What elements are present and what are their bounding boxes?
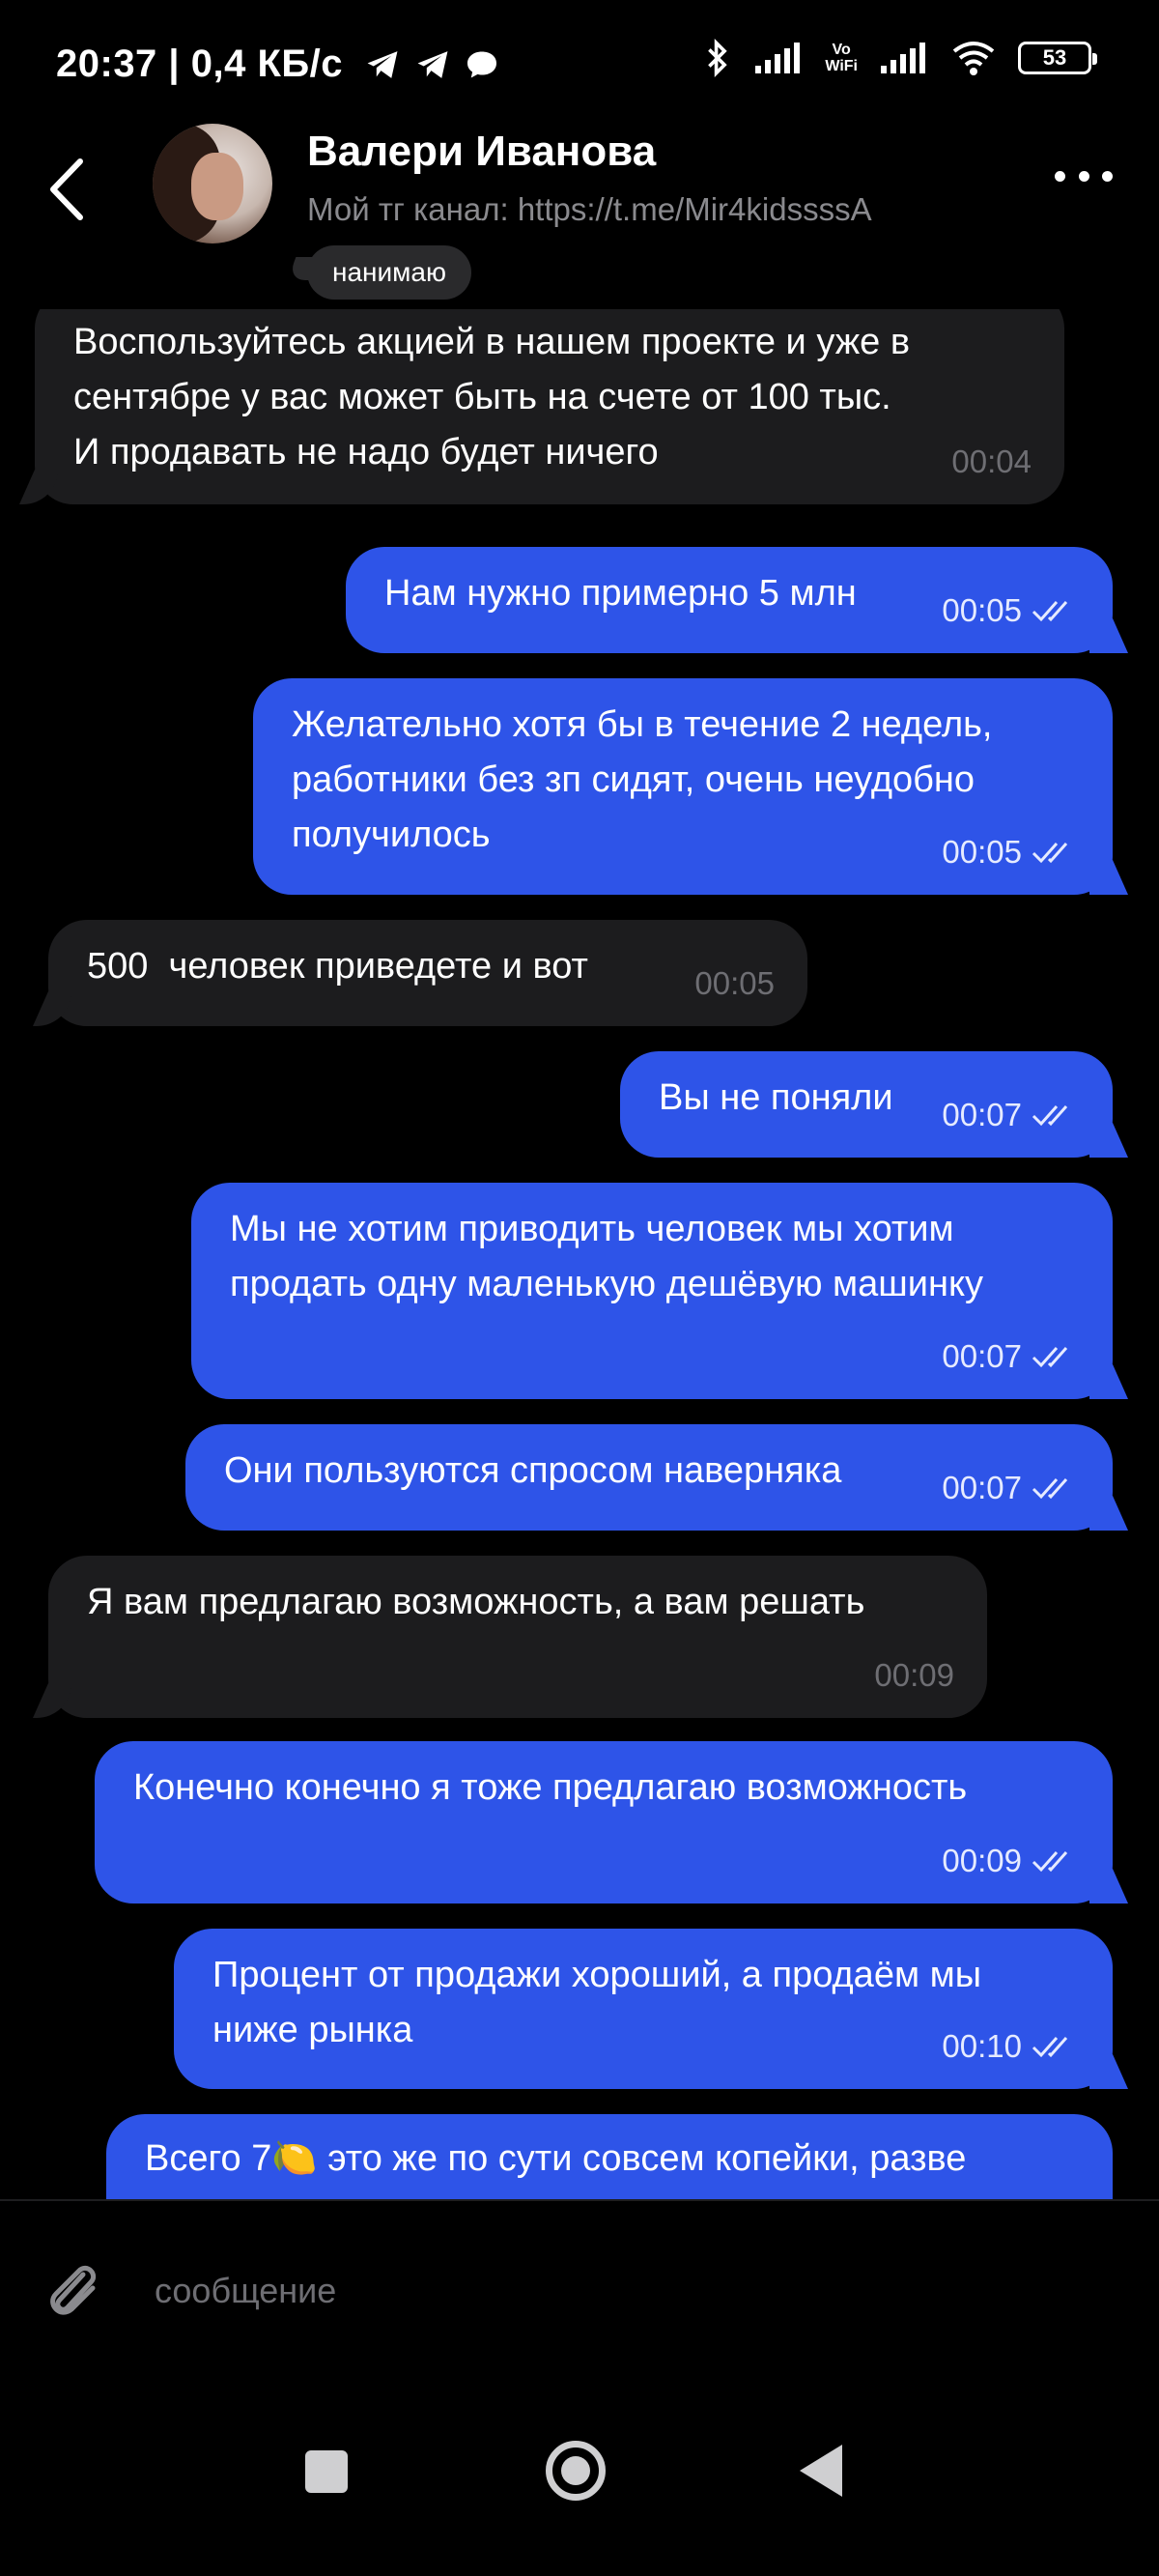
status-right: Vo WiFi 53 (703, 39, 1097, 77)
double-check-icon (1032, 1850, 1068, 1872)
message-time: 00:10 (942, 2028, 1022, 2064)
system-nav-bar (0, 2373, 1159, 2576)
wifi-icon (952, 42, 995, 75)
chat-header: Валери Иванова Мой тг канал: https://t.m… (0, 116, 1159, 309)
status-chip: нанимаю (307, 245, 471, 300)
message-time: 00:07 (942, 1470, 1022, 1505)
battery-indicator: 53 (1018, 42, 1097, 74)
more-options-button[interactable] (1055, 155, 1113, 197)
system-back-button[interactable] (800, 2445, 842, 2497)
chevron-left-icon (50, 158, 83, 220)
message-text: 500 человек приведете и вот (87, 946, 588, 987)
chat-bubble-icon (466, 51, 496, 77)
message-time: 00:04 (951, 444, 1032, 479)
home-button[interactable] (546, 2441, 606, 2501)
message-bubble-outgoing[interactable]: Желательно хотя бы в течение 2 недель, р… (253, 678, 1113, 895)
status-bar: 20:37 | 0,4 КБ/с Vo WiFi 53 (0, 0, 1159, 126)
message-text: Конечно конечно я тоже предлагаю возможн… (133, 1767, 968, 1808)
message-text: Я вам предлагаю возможность, а вам решат… (87, 1582, 865, 1622)
message-text: Воспользуйтесь акцией в нашем проекте и … (73, 322, 911, 472)
message-bubble-outgoing[interactable]: Всего 7🍋 это же по сути совсем копейки, … (106, 2114, 1113, 2199)
message-input[interactable] (155, 2257, 1024, 2325)
message-bubble-outgoing[interactable]: Процент от продажи хороший, а продаём мы… (174, 1929, 1113, 2089)
message-time: 00:09 (874, 1657, 954, 1693)
contact-name[interactable]: Валери Иванова (307, 128, 656, 176)
message-bubble-outgoing[interactable]: Мы не хотим приводить человек мы хотим п… (191, 1183, 1113, 1399)
double-check-icon (1032, 2036, 1068, 2057)
message-bubble-incoming[interactable]: 500 человек приведете и вот 00:05 (48, 920, 807, 1026)
status-app-icons (364, 48, 499, 81)
more-dots-icon (1055, 170, 1065, 182)
message-list[interactable]: Воспользуйтесь акцией в нашем проекте и … (0, 309, 1159, 2199)
recents-button[interactable] (305, 2450, 348, 2493)
message-bubble-outgoing[interactable]: Нам нужно примерно 5 млн 00:05 (346, 547, 1113, 653)
message-input-bar (0, 2199, 1159, 2373)
message-time: 00:05 (942, 592, 1022, 628)
signal-icon (755, 43, 801, 73)
avatar[interactable] (153, 124, 272, 243)
contact-subtitle: Мой тг канал: https://t.me/Mir4kidssssA (307, 191, 872, 227)
double-check-icon (1032, 600, 1068, 621)
double-check-icon (1032, 1104, 1068, 1126)
status-time-speed: 20:37 | 0,4 КБ/с (56, 43, 343, 85)
bluetooth-icon (708, 39, 728, 77)
signal-icon (881, 43, 925, 73)
message-bubble-incoming[interactable]: Я вам предлагаю возможность, а вам решат… (48, 1556, 987, 1718)
vowifi-indicator: Vo WiFi (825, 42, 858, 74)
message-bubble-outgoing[interactable]: Они пользуются спросом наверняка 00:07 (185, 1424, 1113, 1531)
message-text: Мы не хотим приводить человек мы хотим п… (230, 1209, 984, 1304)
status-left: 20:37 | 0,4 КБ/с (56, 43, 499, 86)
message-text: Всего 7🍋 это же по сути совсем копейки, … (145, 2138, 967, 2179)
telegram-icon (367, 50, 398, 78)
message-time: 00:07 (942, 1097, 1022, 1132)
message-time: 00:05 (942, 834, 1022, 870)
message-bubble-outgoing[interactable]: Конечно конечно я тоже предлагаю возможн… (95, 1741, 1113, 1903)
message-time: 00:05 (694, 965, 775, 1001)
telegram-icon (417, 50, 448, 78)
message-time: 00:09 (942, 1843, 1022, 1878)
double-check-icon (1032, 1477, 1068, 1499)
message-bubble-incoming[interactable]: Воспользуйтесь акцией в нашем проекте и … (35, 309, 1064, 504)
message-bubble-outgoing[interactable]: Вы не поняли 00:07 (620, 1051, 1113, 1158)
back-button[interactable] (42, 151, 91, 228)
double-check-icon (1032, 1346, 1068, 1367)
double-check-icon (1032, 842, 1068, 863)
message-time: 00:07 (942, 1338, 1022, 1374)
paperclip-icon[interactable] (42, 2255, 100, 2323)
